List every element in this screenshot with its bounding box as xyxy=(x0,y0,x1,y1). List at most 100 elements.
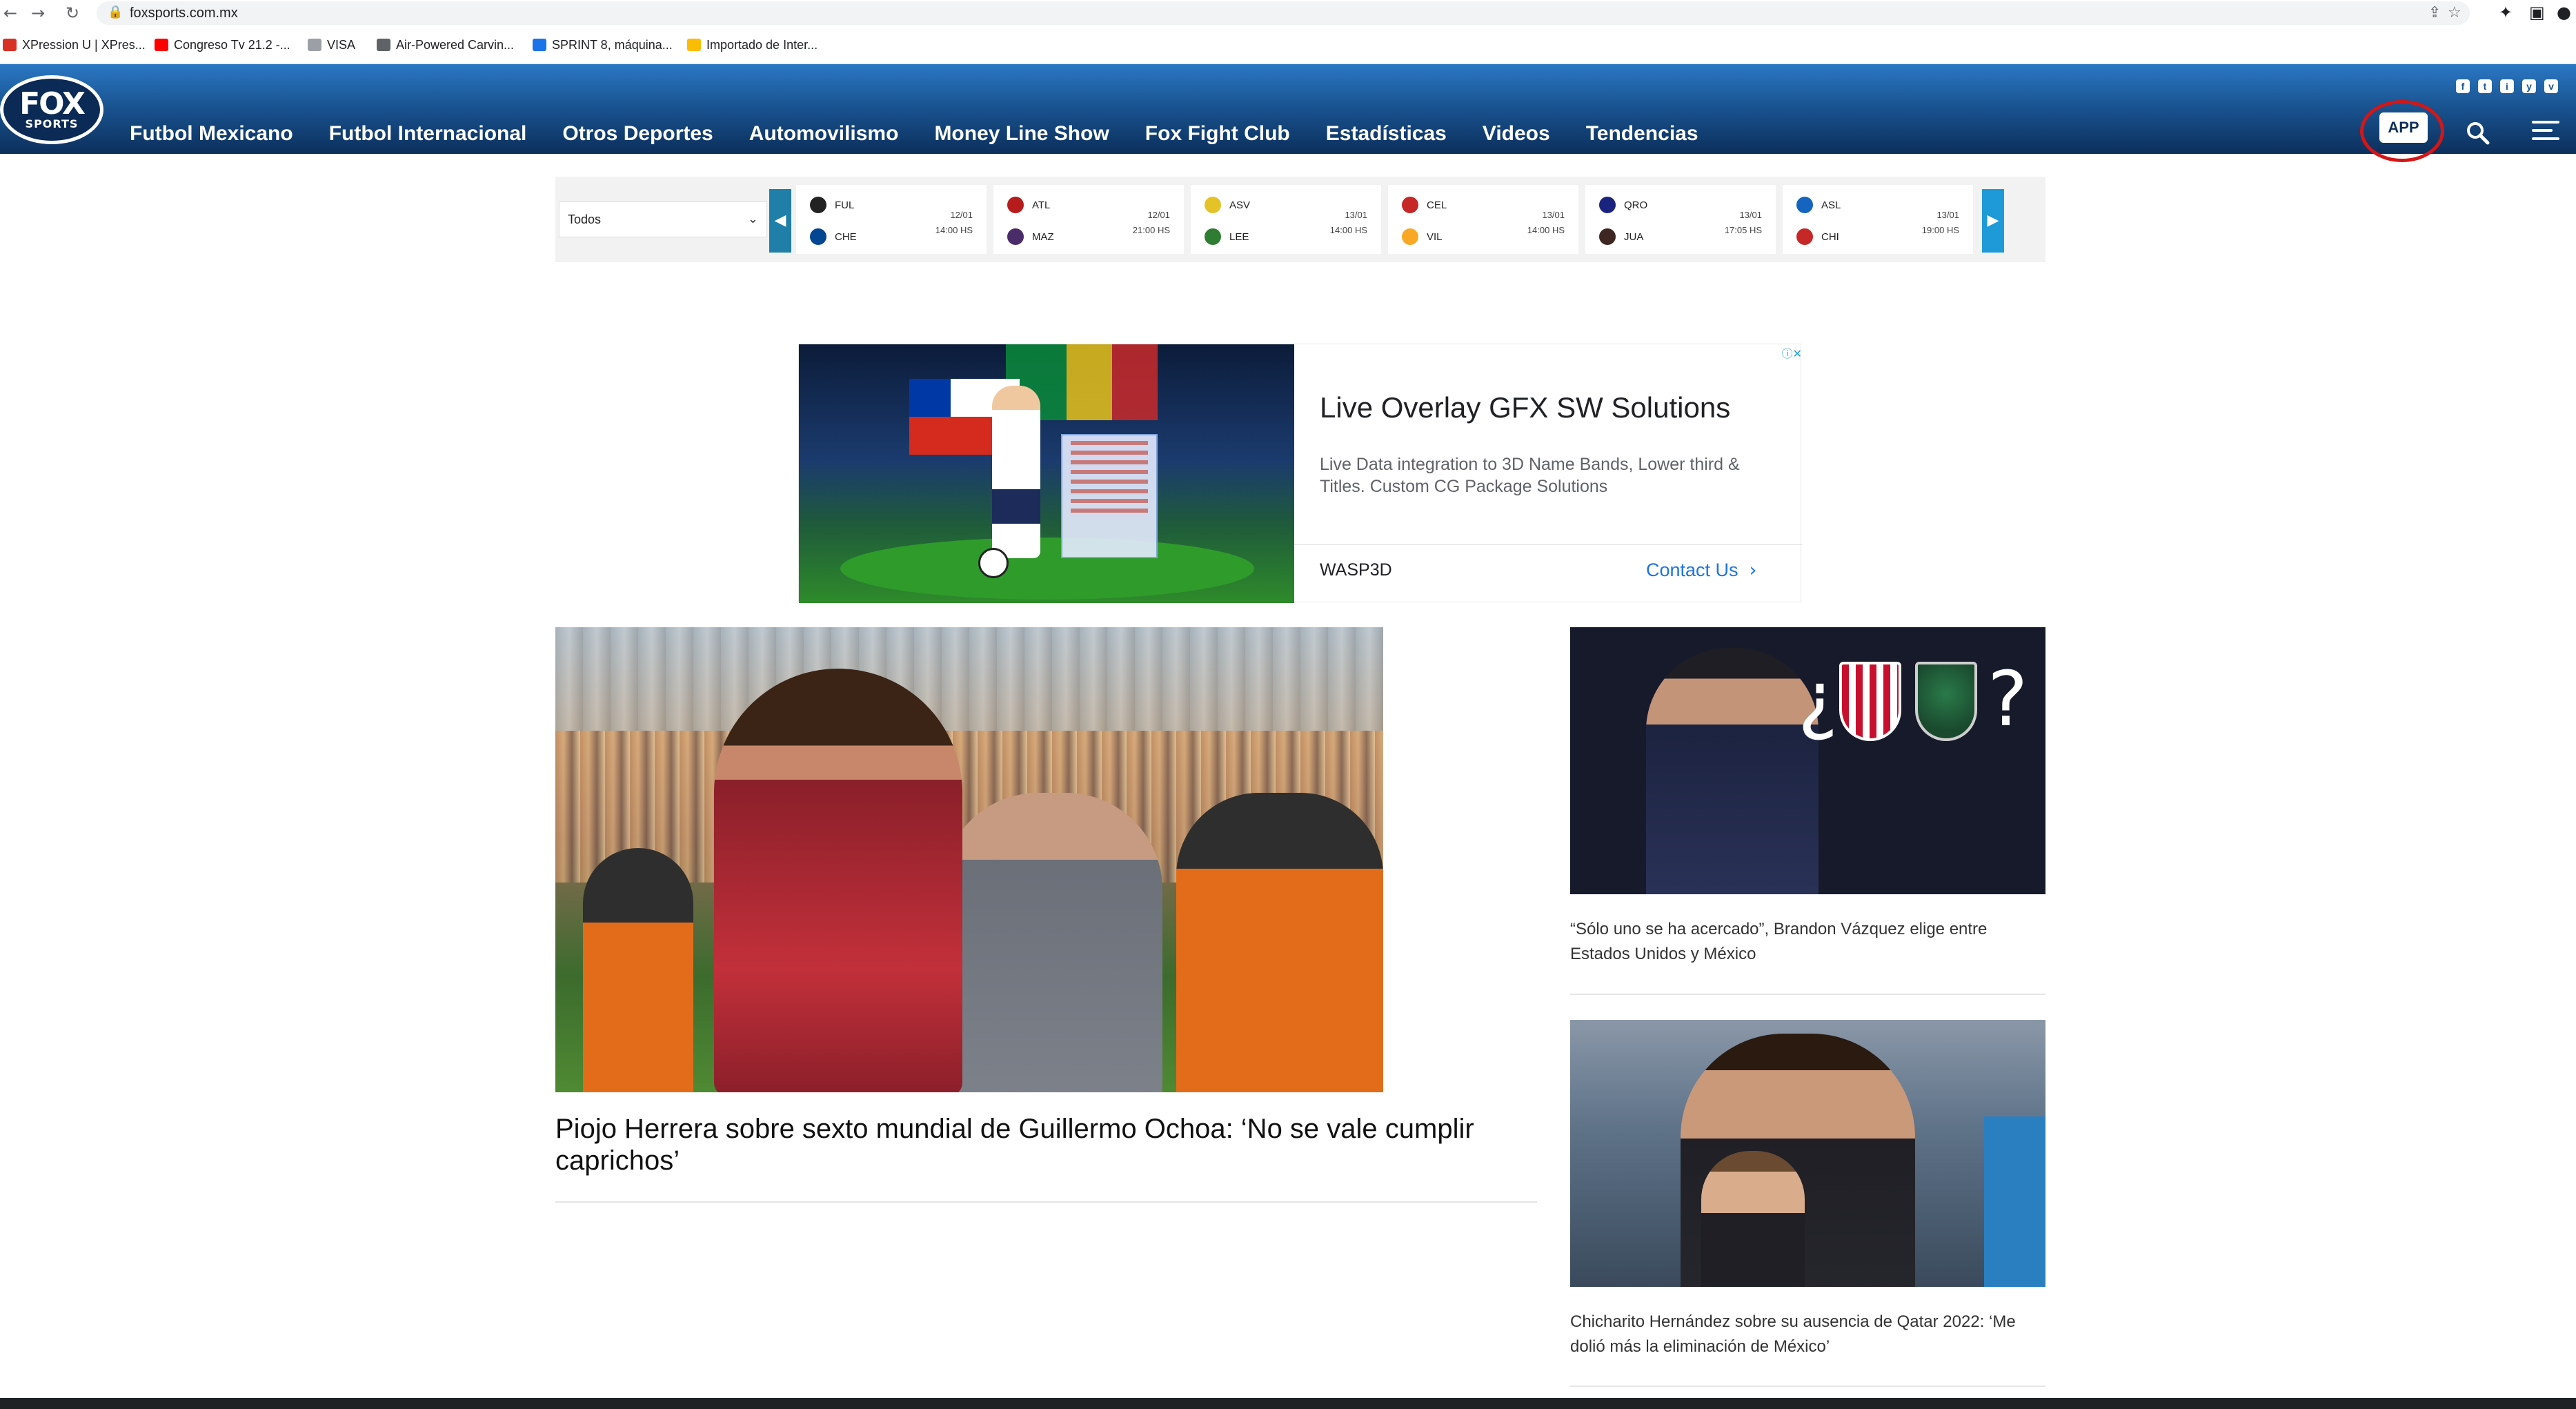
nav-automovilismo[interactable]: Automovilismo xyxy=(749,122,899,146)
match-time: 14:00 HS xyxy=(1527,225,1565,235)
back-icon[interactable]: ← xyxy=(0,3,21,23)
home-team: ATL xyxy=(1032,199,1051,211)
match-card[interactable]: QRO JUA 13/01 17:05 HS xyxy=(1585,185,1776,254)
match-time: 14:00 HS xyxy=(1329,225,1367,235)
reload-icon[interactable]: ↻ xyxy=(62,3,83,23)
ad-ball-shape xyxy=(978,548,1009,578)
home-team: ASL xyxy=(1821,199,1841,211)
away-team: MAZ xyxy=(1032,230,1054,243)
social-links: f t i y v xyxy=(2456,79,2558,93)
team-crest-icon xyxy=(1796,228,1813,245)
chevron-down-icon: ⌄ xyxy=(747,212,758,226)
ticker-next-button[interactable]: ▶ xyxy=(1982,189,2004,253)
bookmark-item[interactable]: Congreso Tv 21.2 -... xyxy=(155,35,290,55)
twitter-icon[interactable]: t xyxy=(2478,79,2492,93)
extensions-icon[interactable]: ✦ xyxy=(2499,3,2513,22)
bookmark-item[interactable]: XPression U | XPres... xyxy=(3,35,146,55)
address-bar[interactable]: 🔒 foxsports.com.mx ⇪ ☆ xyxy=(97,1,2470,25)
bookmark-favicon xyxy=(3,39,17,51)
video-icon[interactable]: v xyxy=(2544,79,2558,93)
match-card[interactable]: FUL CHE 12/01 14:00 HS xyxy=(796,185,987,254)
feature-article-image[interactable] xyxy=(555,627,1383,1092)
link-icon xyxy=(308,39,321,51)
forward-icon[interactable]: → xyxy=(28,3,48,23)
profile-icon[interactable]: ● xyxy=(2557,3,2571,22)
match-card[interactable]: ATL MAZ 12/01 21:00 HS xyxy=(993,185,1184,254)
image-goalkeeper-shape xyxy=(714,669,962,1092)
league-filter-select[interactable]: Todos ⌄ xyxy=(559,201,767,237)
image-photographer-shape xyxy=(583,848,693,1092)
ad-title[interactable]: Live Overlay GFX SW Solutions xyxy=(1320,391,1730,424)
side-article-image[interactable]: ¿ ? xyxy=(1570,627,2045,894)
fox-sports-logo[interactable]: FOX SPORTS xyxy=(0,75,103,144)
team-crest-icon xyxy=(1402,228,1418,245)
bookmark-item[interactable]: Importado de Inter... xyxy=(687,35,818,55)
taskbar-strip xyxy=(0,1398,2576,1409)
nav-fox-fight-club[interactable]: Fox Fight Club xyxy=(1145,122,1290,146)
team-crest-icon xyxy=(1599,228,1616,245)
home-team: ASV xyxy=(1229,199,1251,211)
away-team: VIL xyxy=(1427,230,1443,243)
nav-otros-deportes[interactable]: Otros Deportes xyxy=(562,122,713,146)
team-crest-icon xyxy=(810,228,826,245)
image-photographer-shape xyxy=(1176,793,1383,1092)
side-article-title[interactable]: “Sólo uno se ha acercado”, Brandon Vázqu… xyxy=(1570,917,2045,967)
search-icon[interactable] xyxy=(2464,119,2492,147)
match-card[interactable]: CEL VIL 13/01 14:00 HS xyxy=(1388,185,1578,254)
ad-contact-button[interactable]: Contact Us › xyxy=(1646,560,1756,581)
share-icon[interactable]: ⇪ xyxy=(2428,4,2441,21)
filter-value: Todos xyxy=(568,213,602,226)
side-article-title[interactable]: Chicharito Hernández sobre su ausencia d… xyxy=(1570,1310,2045,1359)
ad-image[interactable] xyxy=(799,344,1294,603)
ad-pitch-shape xyxy=(840,538,1254,600)
bookmark-label: VISA xyxy=(327,37,356,52)
mexico-crest-icon xyxy=(1915,662,1977,741)
bookmark-label: Congreso Tv 21.2 -... xyxy=(174,37,290,52)
match-card[interactable]: ASL CHI 13/01 19:00 HS xyxy=(1783,185,1973,254)
image-question-mark: ? xyxy=(1988,655,2028,743)
bookmark-item[interactable]: Air-Powered Carvin... xyxy=(377,35,514,55)
nav-futbol-internacional[interactable]: Futbol Internacional xyxy=(329,122,527,146)
divider xyxy=(1570,994,2045,995)
bookmark-item[interactable]: VISA xyxy=(308,35,355,55)
match-time: 17:05 HS xyxy=(1724,225,1762,235)
nav-futbol-mexicano[interactable]: Futbol Mexicano xyxy=(130,122,293,146)
lock-icon: 🔒 xyxy=(108,5,123,19)
instagram-icon[interactable]: i xyxy=(2500,79,2514,93)
nav-videos[interactable]: Videos xyxy=(1483,122,1550,146)
match-date: 12/01 xyxy=(1147,210,1170,220)
team-crest-icon xyxy=(1007,228,1024,245)
image-coach-shape xyxy=(942,793,1162,1092)
bookmark-label: XPression U | XPres... xyxy=(22,37,146,52)
nav-money-line-show[interactable]: Money Line Show xyxy=(934,122,1109,146)
bookmark-star-icon[interactable]: ☆ xyxy=(2448,4,2461,21)
divider xyxy=(1570,1386,2045,1387)
url-text[interactable]: foxsports.com.mx xyxy=(130,6,238,21)
site-header: FOX SPORTS Futbol Mexicano Futbol Intern… xyxy=(0,64,2576,162)
logo-subtext: SPORTS xyxy=(25,117,79,130)
side-panel-icon[interactable]: ▣ xyxy=(2529,3,2545,22)
usa-crest-icon xyxy=(1839,662,1901,741)
bookmark-item[interactable]: SPRINT 8, máquina... xyxy=(533,35,673,55)
nav-tendencias[interactable]: Tendencias xyxy=(1586,122,1698,146)
feature-article-title[interactable]: Piojo Herrera sobre sexto mundial de Gui… xyxy=(555,1113,1521,1176)
nav-estadisticas[interactable]: Estadísticas xyxy=(1326,122,1447,146)
ticker-prev-button[interactable]: ◀ xyxy=(769,189,791,253)
away-team: CHI xyxy=(1821,230,1839,243)
side-article-image[interactable] xyxy=(1570,1020,2045,1287)
hamburger-menu-icon[interactable] xyxy=(2532,121,2559,144)
browser-toolbar: ← → ↻ 🔒 foxsports.com.mx ⇪ ☆ ✦ ▣ ● xyxy=(0,0,2576,26)
match-date: 13/01 xyxy=(1542,210,1565,220)
match-card[interactable]: ASV LEE 13/01 14:00 HS xyxy=(1191,185,1381,254)
facebook-icon[interactable]: f xyxy=(2456,79,2470,93)
folder-icon xyxy=(687,39,701,51)
team-crest-icon xyxy=(1205,197,1221,213)
bookmark-label: Importado de Inter... xyxy=(706,37,818,52)
ad-brand: WASP3D xyxy=(1320,560,1392,580)
ad-choices-icon[interactable]: ⓘ✕ xyxy=(1770,344,1802,360)
youtube-icon[interactable]: y xyxy=(2522,79,2536,93)
display-ad[interactable]: ⓘ✕ Live Overlay GFX SW Solutions Live Da… xyxy=(798,344,1802,603)
home-team: FUL xyxy=(835,199,855,211)
ad-cta-label: Contact Us xyxy=(1646,560,1738,580)
image-question-mark: ¿ xyxy=(1798,655,1839,743)
